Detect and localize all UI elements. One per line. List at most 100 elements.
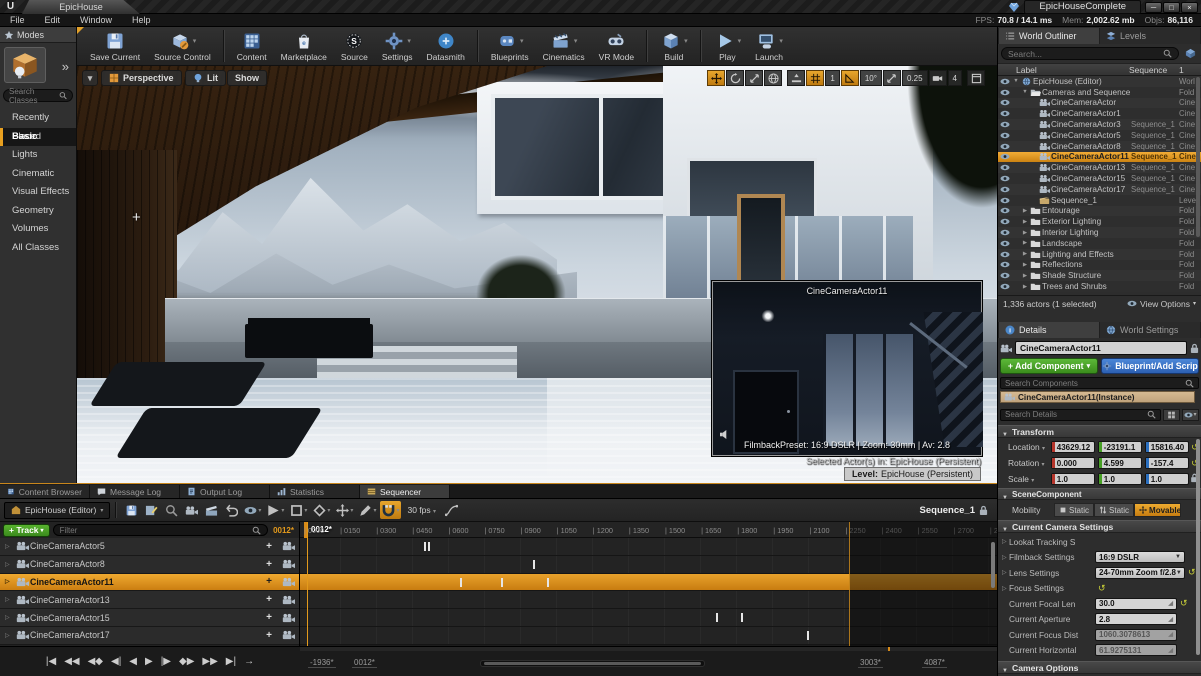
track-cinecameraactor17[interactable]: ▷CineCameraActor17+ bbox=[0, 627, 299, 645]
view-options-button[interactable]: View Options▾ bbox=[1127, 299, 1196, 309]
outliner-row-cinecameraactor5[interactable]: CineCameraActor5Sequence_1Cine bbox=[998, 130, 1201, 141]
viewport-options-button[interactable]: ▾ bbox=[82, 70, 98, 86]
keyframe-mark[interactable] bbox=[428, 542, 430, 551]
maximize-button[interactable] bbox=[967, 70, 985, 86]
mode-item-cinematic[interactable]: Cinematic bbox=[0, 165, 76, 184]
visibility-toggle[interactable] bbox=[998, 78, 1012, 85]
keyframe-mark[interactable] bbox=[533, 560, 535, 569]
toolbar-button-cinematics[interactable]: ▾Cinematics bbox=[536, 28, 592, 65]
menu-file[interactable]: File bbox=[0, 15, 35, 25]
outliner-row-interior-lighting[interactable]: ▶Interior LightingFold bbox=[998, 227, 1201, 238]
menu-help[interactable]: Help bbox=[122, 15, 161, 25]
visibility-toggle[interactable] bbox=[998, 89, 1012, 96]
visibility-toggle[interactable] bbox=[998, 261, 1012, 268]
transport-button-8[interactable]: ▶▶ bbox=[202, 656, 217, 667]
column-sequence[interactable]: Sequence bbox=[1129, 65, 1179, 75]
transform-value-field[interactable]: -23191.1 bbox=[1098, 441, 1142, 453]
pencil-button[interactable]: ▾ bbox=[357, 501, 378, 519]
timeline-lane-cinecameraactor13[interactable] bbox=[300, 591, 997, 609]
property-matrix-button[interactable] bbox=[1163, 409, 1180, 421]
lock-icon[interactable] bbox=[1190, 343, 1199, 354]
transport-button-10[interactable]: → bbox=[244, 656, 254, 667]
outliner-row-exterior-lighting[interactable]: ▶Exterior LightingFold bbox=[998, 216, 1201, 227]
modes-expand-chevrons[interactable]: » bbox=[62, 59, 69, 74]
visibility-toggle[interactable] bbox=[998, 229, 1012, 236]
outliner-row-cinecameraactor13[interactable]: CineCameraActor13Sequence_1Cine bbox=[998, 162, 1201, 173]
mobility-static-button[interactable]: Static bbox=[1054, 503, 1094, 517]
visibility-toggle[interactable] bbox=[998, 186, 1012, 193]
visibility-toggle[interactable] bbox=[998, 283, 1012, 290]
snap-value-10[interactable]: 10° bbox=[860, 70, 882, 86]
camera-speed-button[interactable] bbox=[929, 70, 947, 86]
visibility-toggle[interactable] bbox=[998, 272, 1012, 279]
expander-icon[interactable]: ▷ bbox=[1002, 538, 1009, 545]
expander-icon[interactable]: ▼ bbox=[1021, 89, 1029, 95]
expander-icon[interactable]: ▶ bbox=[1021, 262, 1029, 268]
transport-button-5[interactable]: ▶ bbox=[145, 656, 153, 667]
visibility-toggle[interactable] bbox=[998, 218, 1012, 225]
camera-lock-button[interactable] bbox=[277, 577, 299, 587]
snap-value-1[interactable]: 1 bbox=[825, 70, 839, 86]
mode-item-visual-effects[interactable]: Visual Effects bbox=[0, 183, 76, 202]
tab-statistics[interactable]: Statistics bbox=[270, 485, 360, 498]
track-cinecameraactor15[interactable]: ▷CineCameraActor15+ bbox=[0, 609, 299, 627]
angle-snap-button[interactable] bbox=[841, 70, 859, 86]
tab-details[interactable]: iDetails bbox=[999, 322, 1099, 338]
transport-button-9[interactable]: ▶| bbox=[226, 656, 236, 667]
actor-name-field[interactable]: CineCameraActor11 bbox=[1015, 341, 1187, 355]
transform-value-field[interactable]: 1.0 bbox=[1145, 473, 1189, 485]
search-classes-input[interactable]: Search Classes bbox=[3, 89, 73, 102]
snap-button[interactable]: ▾ bbox=[380, 501, 401, 519]
range-out-field[interactable]: 3003* bbox=[858, 658, 883, 668]
toolbar-button-marketplace[interactable]: eMarketplace bbox=[274, 28, 334, 65]
sequencer-breadcrumb[interactable]: EpicHouse (Editor)▾ bbox=[4, 502, 110, 519]
tab-output-log[interactable]: Output Log bbox=[180, 485, 270, 498]
undo-button[interactable] bbox=[222, 501, 240, 519]
outliner-filter-button[interactable] bbox=[1183, 47, 1198, 60]
field-current-focal-len[interactable]: 30.0◢ bbox=[1095, 598, 1177, 610]
track-cinecameraactor5[interactable]: ▷CineCameraActor5+ bbox=[0, 538, 299, 556]
camera-lock-button[interactable] bbox=[277, 559, 299, 569]
surface-snap-button[interactable] bbox=[787, 70, 805, 86]
outliner-row-reflections[interactable]: ▶ReflectionsFold bbox=[998, 260, 1201, 271]
timeline-lane-cinecameraactor17[interactable] bbox=[300, 627, 997, 645]
revert-arrow-icon[interactable]: ↺ bbox=[1188, 567, 1196, 578]
scene-component-header[interactable]: ▼SceneComponent bbox=[998, 488, 1201, 500]
mode-item-lights[interactable]: Lights bbox=[0, 146, 76, 165]
transport-button-0[interactable]: |◀ bbox=[46, 656, 56, 667]
camera-lock-button[interactable] bbox=[277, 595, 299, 605]
outliner-row-lighting-and-effects[interactable]: ▶Lighting and EffectsFold bbox=[998, 249, 1201, 260]
timeline-horizontal-scrollbar[interactable] bbox=[480, 660, 705, 667]
keyframe-mark[interactable] bbox=[741, 613, 743, 622]
expander-icon[interactable]: ▷ bbox=[1002, 569, 1009, 576]
track-cinecameraactor11[interactable]: ▷CineCameraActor11+ bbox=[0, 574, 299, 592]
fps-selector[interactable]: 30 fps ▾ bbox=[403, 505, 440, 515]
expander-icon[interactable]: ▶ bbox=[1021, 230, 1029, 236]
outliner-row-cinecameraactor8[interactable]: CineCameraActor8Sequence_1Cine bbox=[998, 141, 1201, 152]
timeline-vertical-scrollbar[interactable] bbox=[991, 542, 995, 588]
transform-value-field[interactable]: 1.0 bbox=[1051, 473, 1095, 485]
keyframe-mark[interactable] bbox=[501, 578, 503, 587]
expander-icon[interactable]: ▶ bbox=[1021, 273, 1029, 279]
column-extra[interactable]: 1 bbox=[1179, 65, 1201, 75]
maximize-button[interactable]: □ bbox=[1163, 2, 1180, 13]
keyframe-mark[interactable] bbox=[424, 542, 426, 551]
viewport[interactable]: + ▾ Perspective Lit Show 110°0.254 CineC… bbox=[77, 66, 997, 483]
outliner-row-trees-and-shrubs[interactable]: ▶Trees and ShrubsFold bbox=[998, 281, 1201, 292]
keyframe-mark[interactable] bbox=[547, 578, 549, 587]
playback-button[interactable]: ▾ bbox=[265, 501, 286, 519]
menu-window[interactable]: Window bbox=[70, 15, 122, 25]
expander-icon[interactable]: ▷ bbox=[1002, 585, 1009, 592]
mobility-movable-button[interactable]: Movable bbox=[1134, 503, 1181, 517]
mode-item-volumes[interactable]: Volumes bbox=[0, 220, 76, 239]
add-section-button[interactable]: + bbox=[261, 576, 277, 587]
tab-content-browser[interactable]: Content Browser bbox=[0, 485, 90, 498]
toolbar-button-vr-mode[interactable]: VR Mode bbox=[592, 28, 641, 65]
toolbar-button-launch[interactable]: ▾Launch bbox=[748, 28, 790, 65]
tab-message-log[interactable]: Message Log bbox=[90, 485, 180, 498]
transport-button-6[interactable]: |▶ bbox=[161, 656, 171, 667]
place-mode-button[interactable] bbox=[4, 47, 46, 83]
display-filter-button[interactable]: ▾ bbox=[1182, 409, 1199, 421]
transport-button-1[interactable]: ◀◀ bbox=[64, 656, 79, 667]
perspective-button[interactable]: Perspective bbox=[101, 70, 182, 86]
